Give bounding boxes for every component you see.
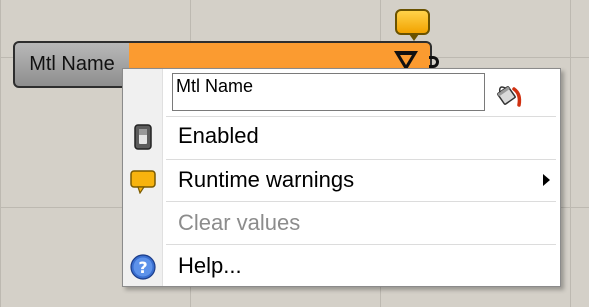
menu-item-help-label: Help... <box>178 253 242 278</box>
grasshopper-canvas[interactable]: Mtl Name Enabled <box>0 0 589 307</box>
help-icon: ? <box>130 254 156 280</box>
menu-item-enabled-label: Enabled <box>178 123 259 148</box>
runtime-warning-balloon-icon[interactable] <box>395 9 430 41</box>
menu-item-clear-values[interactable]: Clear values <box>123 202 560 245</box>
paint-bucket-icon[interactable] <box>494 80 526 108</box>
warning-balloon-icon <box>130 170 156 194</box>
name-field[interactable] <box>172 73 485 111</box>
submenu-arrow-icon <box>543 174 550 186</box>
menu-item-runtime-warnings-label: Runtime warnings <box>178 167 355 192</box>
toggle-switch-icon <box>134 124 152 150</box>
output-grip[interactable] <box>429 56 439 68</box>
component-label-text: Mtl Name <box>29 53 115 75</box>
svg-text:?: ? <box>138 258 147 277</box>
context-menu: Enabled Runtime warnings Clear values ? … <box>122 68 561 287</box>
menu-item-help[interactable]: ? Help... <box>123 245 560 288</box>
menu-item-clear-values-label: Clear values <box>178 210 301 235</box>
name-row <box>123 69 560 116</box>
component-label[interactable]: Mtl Name <box>13 41 131 88</box>
menu-item-enabled[interactable]: Enabled <box>123 115 560 158</box>
menu-item-runtime-warnings[interactable]: Runtime warnings <box>123 159 560 202</box>
